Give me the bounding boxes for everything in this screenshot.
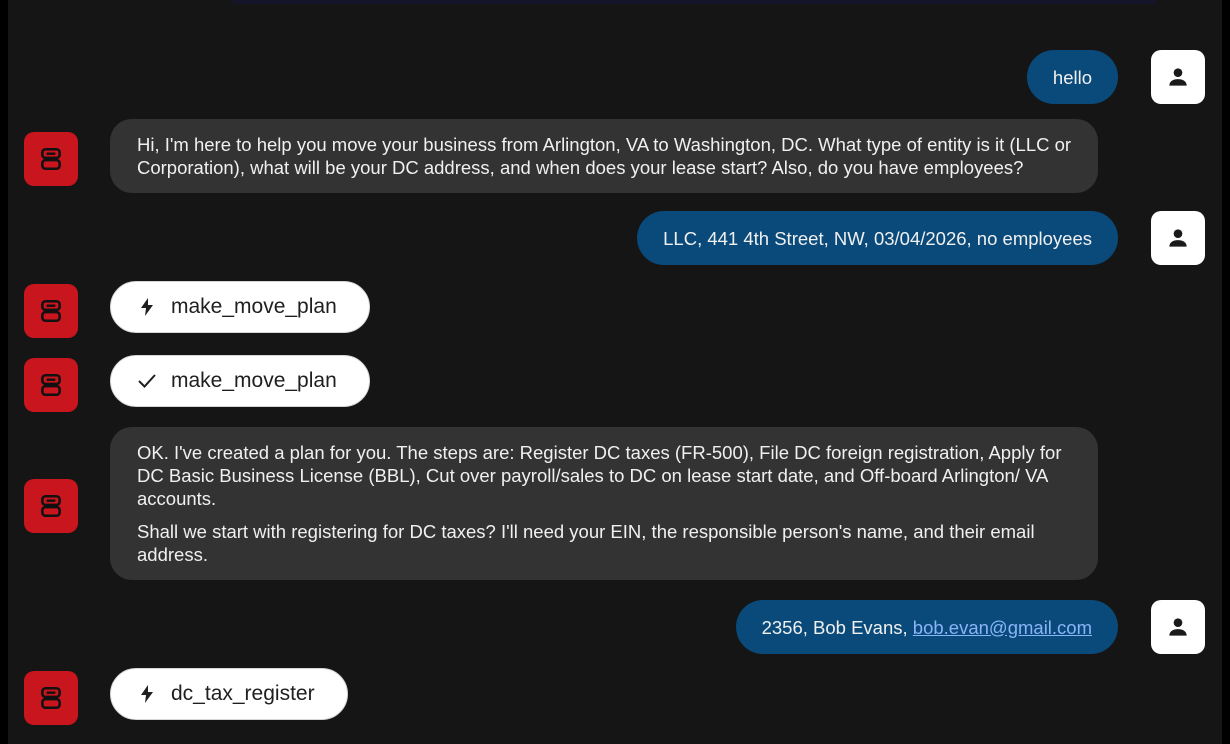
tool-call-chip[interactable]: dc_tax_register <box>110 668 348 720</box>
bot-avatar <box>24 479 78 533</box>
robot-icon <box>41 686 61 710</box>
bot-message-text: Hi, I'm here to help you move your busin… <box>137 134 1072 178</box>
person-icon <box>1169 68 1187 86</box>
bot-avatar <box>24 132 78 186</box>
bot-message-paragraph: OK. I've created a plan for you. The ste… <box>137 442 1062 509</box>
user-message-bubble: LLC, 441 4th Street, NW, 03/04/2026, no … <box>637 211 1118 265</box>
bot-avatar <box>24 358 78 412</box>
user-avatar <box>1151 50 1205 104</box>
bolt-icon <box>137 298 157 316</box>
tool-call-label: make_move_plan <box>171 295 337 318</box>
bolt-icon <box>137 685 157 703</box>
tool-result-label: make_move_plan <box>171 369 337 392</box>
user-message-text: LLC, 441 4th Street, NW, 03/04/2026, no … <box>663 227 1092 249</box>
user-avatar <box>1151 211 1205 265</box>
robot-icon <box>41 147 61 171</box>
robot-icon <box>41 299 61 323</box>
tool-result-chip[interactable]: make_move_plan <box>110 355 370 407</box>
robot-icon <box>41 373 61 397</box>
email-link[interactable]: bob.evan@gmail.com <box>913 616 1092 639</box>
tool-call-chip[interactable]: make_move_plan <box>110 281 370 333</box>
check-icon <box>137 373 157 389</box>
user-message-bubble: hello <box>1026 50 1118 104</box>
person-icon <box>1169 229 1187 247</box>
bot-avatar <box>24 284 78 338</box>
top-bar <box>232 0 1156 4</box>
bot-message-paragraph: Shall we start with registering for DC t… <box>137 521 1035 565</box>
user-message-text: 2356, Bob Evans, <box>761 616 913 638</box>
bot-avatar <box>24 671 78 725</box>
user-message-text: hello <box>1052 66 1092 88</box>
bot-message-bubble: OK. I've created a plan for you. The ste… <box>110 427 1098 580</box>
chat-window: hello Hi, I'm here to help you move your… <box>8 0 1222 744</box>
user-avatar <box>1151 600 1205 654</box>
tool-call-label: dc_tax_register <box>171 682 315 705</box>
bot-message-bubble: Hi, I'm here to help you move your busin… <box>110 119 1098 193</box>
person-icon <box>1169 618 1187 636</box>
user-message-bubble: 2356, Bob Evans, bob.evan@gmail.com <box>735 600 1118 654</box>
robot-icon <box>41 494 61 518</box>
